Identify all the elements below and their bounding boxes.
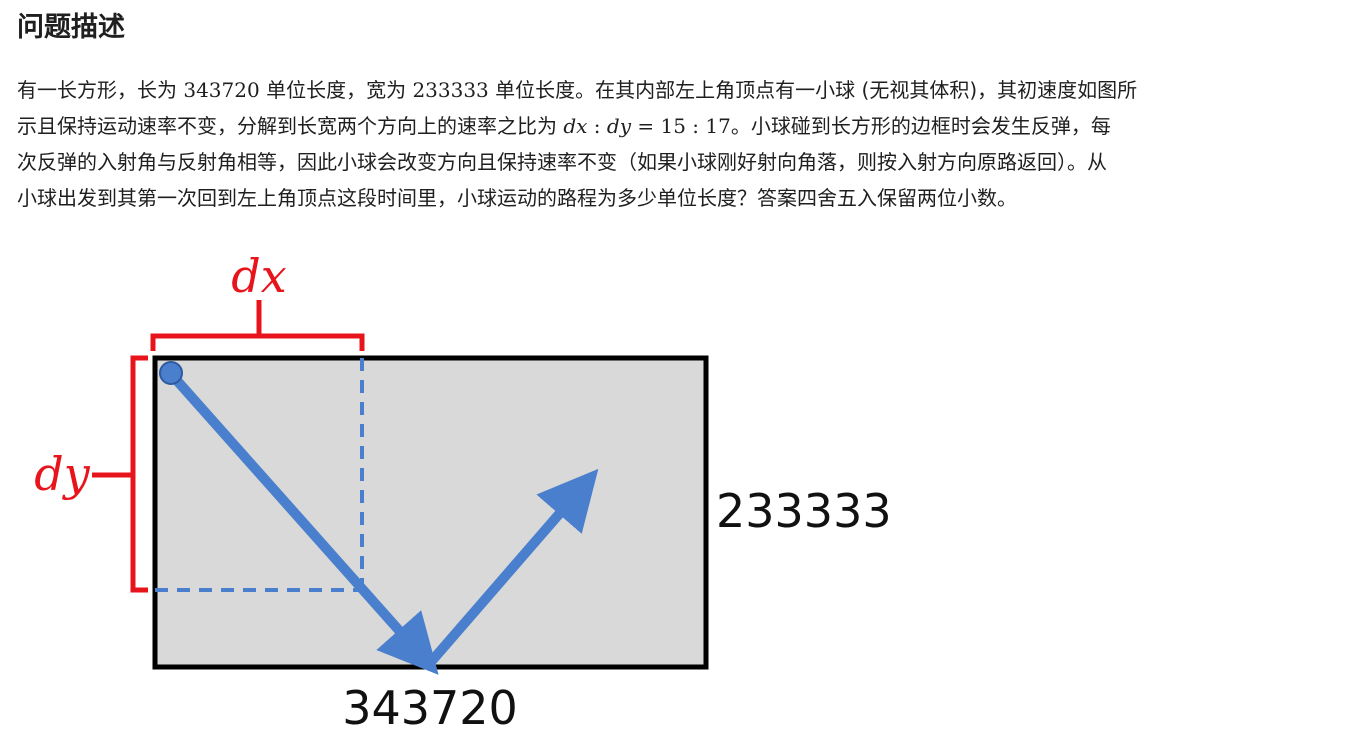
width-label: 233333 xyxy=(716,484,892,538)
length-label: 343720 xyxy=(342,681,518,735)
rectangle-box xyxy=(152,355,709,670)
dx-label: dx xyxy=(231,249,286,303)
bounce-diagram: dx dy 233333 343720 xyxy=(34,249,892,735)
dy-bracket xyxy=(92,355,148,593)
ball xyxy=(159,361,183,385)
dy-label: dy xyxy=(34,447,90,501)
dx-bracket xyxy=(150,300,365,351)
